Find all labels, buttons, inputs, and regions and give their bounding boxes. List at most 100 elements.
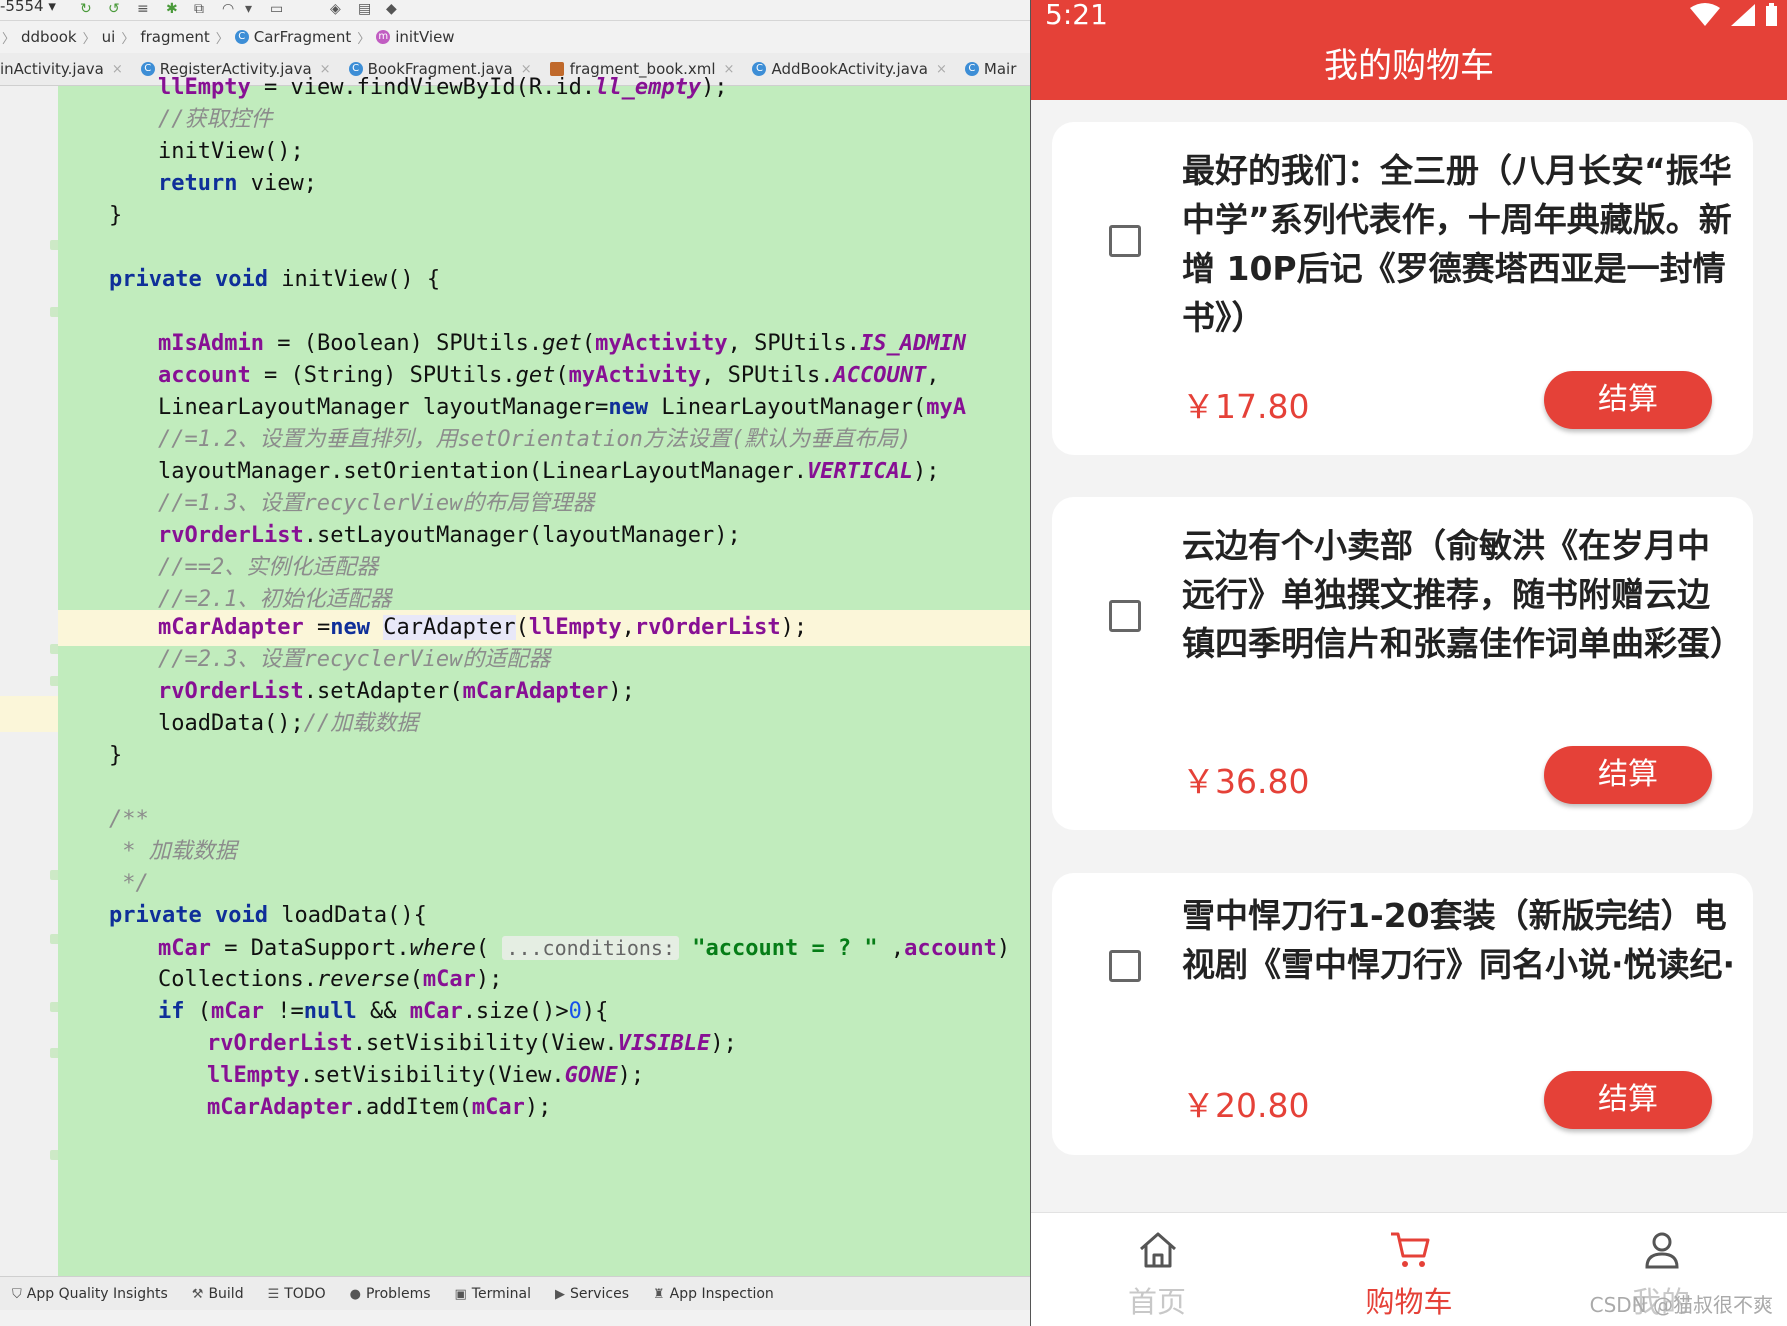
apply-changes-icon[interactable]: ↻ [80, 2, 96, 16]
cart-item-card[interactable]: 雪中悍刀行1-20套装（新版完结）电视剧《雪中悍刀行》同名小说·悦读纪· ￥20… [1052, 873, 1753, 1155]
checkout-button[interactable]: 结算 [1544, 1071, 1712, 1129]
breadcrumb-separator: 〉 [121, 31, 135, 47]
breadcrumb-item[interactable]: C CarFragment [231, 28, 355, 46]
page-title: 我的购物车 [1324, 46, 1494, 86]
hammer-icon: ⚒ [191, 1286, 204, 1302]
code-editor[interactable]: llEmpty = view.findViewById(R.id.ll_empt… [58, 75, 1030, 1276]
signal-icon [1731, 4, 1755, 26]
code-comment: */ [109, 871, 149, 896]
app-inspection-button[interactable]: ♜ App Inspection [641, 1286, 786, 1302]
breadcrumb-separator: 〉 [357, 31, 371, 47]
code-line: account = (String) SPUtils.get(myActivit… [158, 363, 940, 388]
class-icon: C [234, 30, 249, 44]
info-icon: ● [349, 1286, 361, 1302]
item-price: ￥36.80 [1182, 762, 1310, 801]
ide-bottom-edge [0, 1310, 1030, 1326]
code-line: private void initView() { [109, 267, 441, 292]
checkout-button[interactable]: 结算 [1544, 371, 1712, 429]
code-comment: //=1.2、设置为垂直排列，用setOrientation方法设置(默认为垂直… [158, 427, 912, 452]
item-checkbox[interactable] [1109, 950, 1141, 982]
breadcrumb-item[interactable]: fragment [136, 28, 213, 46]
breadcrumb-item[interactable]: ui [98, 28, 120, 46]
item-price: ￥17.80 [1182, 387, 1310, 426]
code-comment: //=2.3、设置recyclerView的适配器 [158, 647, 551, 672]
code-comment: //==2、实例化适配器 [158, 555, 379, 580]
cart-icon [1391, 1232, 1430, 1267]
cart-item-card[interactable]: 云边有个小卖部（俞敏洪《在岁月中远行》单独撰文推荐，随书附赠云边镇四季明信片和张… [1052, 497, 1753, 830]
breadcrumb-label: CarFragment [253, 28, 352, 46]
device-selector[interactable]: -5554 ▾ [0, 0, 56, 15]
play-circle-icon: ▶ [554, 1286, 565, 1302]
sync-icon[interactable]: ≡ [137, 2, 153, 16]
device-manager-icon[interactable]: ◈ [330, 2, 346, 16]
nav-item-home[interactable]: 首页 [1031, 1213, 1283, 1326]
code-line: llEmpty.setVisibility(View.GONE); [207, 1063, 645, 1088]
current-line-gutter [0, 696, 58, 732]
phone-screen: 5:21 我的购物车 最好的我们：全三册（八月长安“振华中学”系列代表作，十周年… [1031, 0, 1787, 1326]
item-title: 雪中悍刀行1-20套装（新版完结）电视剧《雪中悍刀行》同名小说·悦读纪· [1182, 896, 1736, 984]
code-line: private void loadData(){ [109, 903, 427, 928]
status-time: 5:21 [1045, 0, 1108, 31]
code-line: LinearLayoutManager layoutManager=new Li… [158, 395, 966, 420]
breadcrumb-separator: 〉 [82, 31, 96, 47]
code-line: rvOrderList.setLayoutManager(layoutManag… [158, 523, 741, 548]
code-line: if (mCar !=null && mCar.size()>0){ [158, 999, 609, 1024]
parameter-hint: ...conditions: [502, 936, 679, 960]
method-icon: m [376, 30, 391, 44]
phone-status-bar: 5:21 [1031, 0, 1787, 32]
breadcrumb: 〉 ddbook 〉 ui 〉 fragment 〉 C CarFragment … [0, 22, 1030, 52]
cart-item-card[interactable]: 最好的我们：全三册（八月长安“振华中学”系列代表作，十周年典藏版。新增 10P后… [1052, 122, 1753, 455]
code-line-current: mCarAdapter =new CarAdapter(llEmpty,rvOr… [58, 610, 1030, 646]
code-comment: /** [109, 807, 149, 832]
todo-button[interactable]: ☰ TODO [256, 1286, 338, 1302]
apply-code-changes-icon[interactable]: ↺ [108, 2, 124, 16]
code-line: mCarAdapter.addItem(mCar); [207, 1095, 552, 1120]
home-icon [1140, 1232, 1176, 1268]
item-title: 云边有个小卖部（俞敏洪《在岁月中远行》单独撰文推荐，随书附赠云边镇四季明信片和张… [1182, 526, 1743, 663]
code-line: llEmpty = view.findViewById(R.id.ll_empt… [158, 75, 728, 100]
code-line: layoutManager.setOrientation(LinearLayou… [158, 459, 940, 484]
ide-toolbar: -5554 ▾ ↻ ↺ ≡ ✱ ⧉ ◠ ▾ ▭ ◈ ▤ ◆ [0, 0, 1030, 21]
nav-item-cart[interactable]: 购物车 [1283, 1213, 1535, 1326]
code-line: } [109, 743, 123, 768]
item-title: 最好的我们：全三册（八月长安“振华中学”系列代表作，十周年典藏版。新增 10P后… [1182, 151, 1732, 337]
services-button[interactable]: ▶ Services [543, 1286, 641, 1302]
problems-button[interactable]: ● Problems [338, 1286, 443, 1302]
attach-debugger-icon[interactable]: ⧉ [194, 2, 210, 16]
breadcrumb-label: initView [395, 28, 455, 46]
item-checkbox[interactable] [1109, 600, 1141, 632]
code-line: } [109, 203, 123, 228]
breadcrumb-item[interactable]: m initView [372, 28, 458, 46]
chevron-down-icon[interactable]: ▾ [245, 2, 261, 16]
debug-icon[interactable]: ✱ [166, 2, 182, 16]
sdk-manager-icon[interactable]: ▤ [358, 2, 374, 16]
inspection-icon: ♜ [653, 1286, 665, 1302]
nav-label: 首页 [1127, 1285, 1186, 1319]
profile-icon[interactable]: ◠ [222, 2, 238, 16]
code-line: return view; [158, 171, 317, 196]
code-comment: //获取控件 [158, 107, 273, 132]
item-checkbox[interactable] [1109, 225, 1141, 257]
app-bar: 我的购物车 [1031, 32, 1787, 100]
editor-gutter[interactable] [0, 86, 64, 1276]
breadcrumb-item[interactable]: ddbook [17, 28, 81, 46]
battery-icon [1766, 3, 1777, 26]
checkout-button[interactable]: 结算 [1544, 746, 1712, 804]
item-price: ￥20.80 [1182, 1086, 1310, 1125]
code-line: loadData();//加载数据 [158, 711, 419, 736]
breadcrumb-separator: 〉 [215, 31, 229, 47]
app-quality-insights-button[interactable]: ⛉ App Quality Insights [0, 1286, 180, 1302]
nav-label: 购物车 [1365, 1285, 1453, 1319]
avd-icon[interactable]: ◆ [386, 2, 402, 16]
terminal-button[interactable]: ▣ Terminal [443, 1286, 543, 1302]
code-line: mCar = DataSupport.where( ...conditions:… [158, 936, 1011, 961]
code-line: Collections.reverse(mCar); [158, 967, 503, 992]
code-line: initView(); [158, 139, 304, 164]
watermark: CSDN @猫叔很不爽 [1589, 1293, 1773, 1317]
shield-icon: ⛉ [12, 1286, 22, 1302]
status-icons [1689, 2, 1779, 28]
ide-tool-window-bar: ⛉ App Quality Insights ⚒ Build ☰ TODO ● Prob… [0, 1276, 1030, 1311]
layout-inspector-icon[interactable]: ▭ [270, 2, 286, 16]
user-icon [1645, 1232, 1679, 1269]
build-button[interactable]: ⚒ Build [180, 1286, 256, 1302]
